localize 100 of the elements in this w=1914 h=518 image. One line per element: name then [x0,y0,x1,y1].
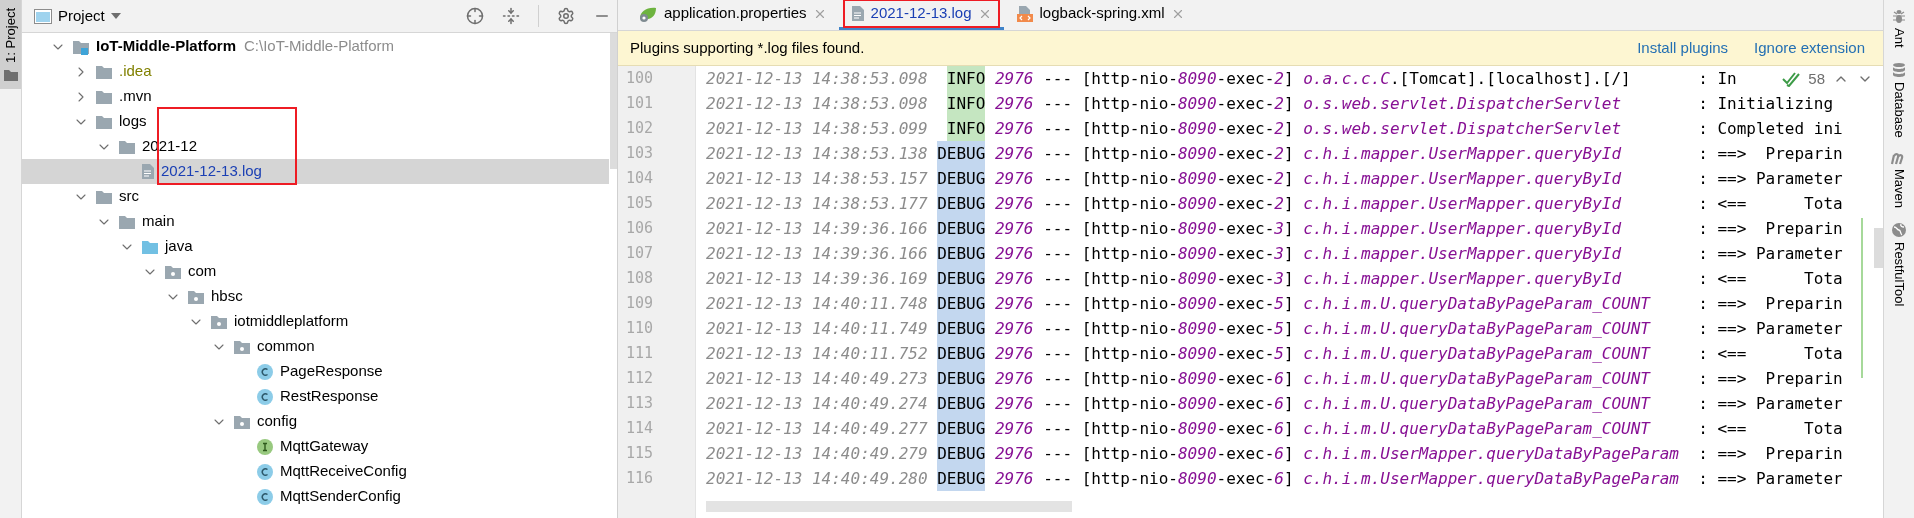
line-number: 102 [625,118,655,140]
scrollbar-thumb[interactable] [706,501,1072,512]
line-number: 111 [625,343,655,365]
log-thread: [http-nio-8090-exec-3] [1081,242,1294,265]
scrollbar-thumb[interactable] [1874,228,1883,268]
log-level: DEBUG [937,341,986,366]
double-check-icon [1782,71,1801,87]
line-number: 105 [625,193,655,215]
log-separator: --- [1043,117,1073,140]
tree-item[interactable]: logs [22,109,609,134]
log-timestamp: 2021-12-13 14:38:53.098 [706,67,929,90]
log-pid: 2976 [994,217,1034,240]
tree-item[interactable]: .mvn [22,84,609,109]
line-number: 107 [625,243,655,265]
folder-icon [118,138,136,155]
log-separator: --- [1043,467,1073,490]
log-logger: c.h.i.mapper.UserMapper.queryById [1303,267,1623,290]
scrollbar-thumb[interactable] [610,33,617,169]
tree-item[interactable]: iotmiddleplatform [22,309,609,334]
tree-item[interactable]: hbsc [22,284,609,309]
editor-tab[interactable]: logback-spring.xml [1003,0,1197,30]
module-folder-icon [72,38,90,55]
log-logger: c.h.i.mapper.UserMapper.queryById [1303,242,1623,265]
line-number: 108 [625,268,655,290]
log-logger: c.h.i.m.U.queryDataByPageParam_COUNT [1303,392,1652,415]
log-timestamp: 2021-12-13 14:38:53.098 [706,92,929,115]
log-timestamp: 2021-12-13 14:40:49.274 [706,392,929,415]
line-number: 110 [625,318,655,340]
log-pid: 2976 [994,392,1034,415]
log-separator: --- [1043,192,1073,215]
tree-item[interactable]: MqttReceiveConfig [22,459,609,484]
project-tool-tab[interactable]: 1: Project [0,0,21,89]
xml-file-icon [1015,4,1034,23]
log-level: DEBUG [937,441,986,466]
file-icon [850,5,865,22]
log-separator: --- [1043,392,1073,415]
log-pid: 2976 [994,242,1034,265]
log-message: : ==> Parameter [1698,167,1843,190]
log-message: : Completed ini [1698,117,1843,140]
log-level: INFO [946,66,986,91]
log-message: : ==> Preparin [1698,367,1843,390]
tree-item[interactable]: IoT-Middle-Platform C:\IoT-Middle-Platform [22,34,609,59]
log-separator: --- [1043,342,1073,365]
log-level: DEBUG [937,416,986,441]
caret-icon [110,13,121,19]
tree-item[interactable]: java [22,234,609,259]
log-separator: --- [1043,92,1073,115]
log-level: DEBUG [937,266,986,291]
log-level: DEBUG [937,166,986,191]
banner-link[interactable]: Ignore extension [1754,36,1865,60]
log-message: : ==> Preparin [1698,442,1843,465]
log-message: : <== Tota [1698,192,1843,215]
log-message: : ==> Preparin [1698,292,1843,315]
tree-item[interactable]: main [22,209,609,234]
class-icon [256,362,274,381]
tool-window-tab[interactable]: Ant [1889,8,1909,48]
log-timestamp: 2021-12-13 14:38:53.177 [706,192,929,215]
project-view-dropdown[interactable]: Project [58,4,121,28]
tree-item[interactable]: config [22,409,609,434]
tree-item[interactable]: 2021-12-13.log [22,159,609,184]
tool-window-tab[interactable]: RestfulTool [1889,222,1909,307]
log-message: : In [1698,67,1737,90]
tree-item[interactable]: com [22,259,609,284]
log-pid: 2976 [994,442,1034,465]
tree-item[interactable]: MqttGateway [22,434,609,459]
log-logger: o.s.web.servlet.DispatcherServlet [1303,117,1623,140]
log-timestamp: 2021-12-13 14:39:36.169 [706,267,929,290]
tree-item[interactable]: common [22,334,609,359]
log-thread: [http-nio-8090-exec-2] [1081,117,1294,140]
editor-tab[interactable]: application.properties [626,0,839,30]
log-timestamp: 2021-12-13 14:40:11.749 [706,317,929,340]
crosshair-icon[interactable] [466,7,484,25]
log-message: : ==> Preparin [1698,217,1843,240]
log-message: : <== Tota [1698,267,1843,290]
log-logger: c.h.i.m.U.queryDataByPageParam_COUNT [1303,417,1652,440]
log-level: DEBUG [937,291,986,316]
tree-item[interactable]: PageResponse [22,359,609,384]
log-level: DEBUG [937,366,986,391]
line-number: 112 [625,368,655,390]
class-icon [256,462,274,481]
log-separator: --- [1043,217,1073,240]
log-message: : ==> Parameter [1698,317,1843,340]
tree-item[interactable]: .idea [22,59,609,84]
tool-window-tab[interactable]: Database [1889,61,1909,138]
tool-window-tab[interactable]: Maven [1889,151,1909,209]
banner-link[interactable]: Install plugins [1637,36,1729,60]
log-pid: 2976 [994,267,1034,290]
tree-item[interactable]: MqttSenderConfig [22,484,609,509]
line-number: 104 [625,168,655,190]
class-icon [256,387,274,406]
log-thread: [http-nio-8090-exec-2] [1081,67,1294,90]
log-message: : Initializing [1698,92,1833,115]
collapse-icon[interactable] [502,7,520,25]
tree-item[interactable]: src [22,184,609,209]
line-number: 103 [625,143,655,165]
settings-icon[interactable] [557,7,575,25]
database-icon [1891,61,1907,78]
package-folder-icon [164,263,182,280]
line-number: 115 [625,443,655,465]
tree-item[interactable]: RestResponse [22,384,609,409]
